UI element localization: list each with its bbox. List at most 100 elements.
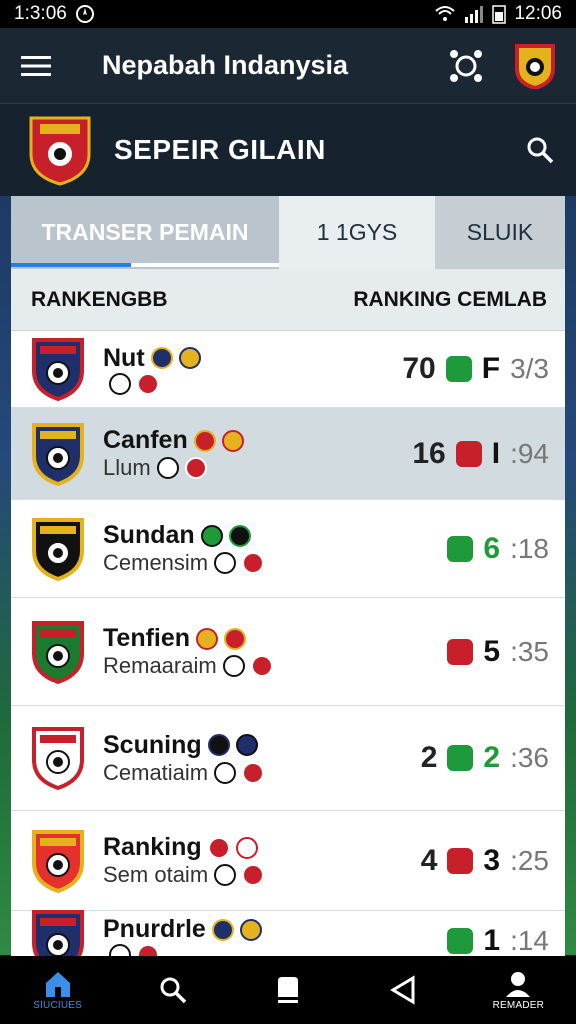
match-time: 3/3 — [510, 353, 549, 384]
bottom-navigation: SIUCIUES REMADER — [0, 956, 576, 1024]
nav-home[interactable]: SIUCIUES — [13, 970, 103, 1011]
team-name: Tenfien — [103, 624, 191, 652]
status-icon — [447, 535, 474, 562]
nav-profile[interactable]: REMADER — [473, 970, 563, 1011]
team-names: Scuning Cematiaim — [103, 731, 421, 786]
team-name: Nut — [103, 343, 145, 372]
table-row[interactable]: Ranking Sem otaim 4 3 :25 — [11, 811, 565, 911]
score-b: 1 — [483, 923, 501, 957]
nav-search[interactable] — [128, 975, 218, 1005]
team-crest-icon — [32, 909, 84, 956]
tab-11-gys[interactable]: 1 1GYS — [279, 196, 435, 269]
ranking-panel: TRANSER PEMAIN 1 1GYS SLUIK RANKENGBB RA… — [11, 196, 565, 956]
score-group: 16 I :94 — [412, 437, 549, 471]
search-icon[interactable] — [526, 136, 554, 164]
ball-icon — [214, 864, 237, 886]
team-name: Pnurdrle — [103, 915, 206, 943]
badge-icon — [193, 429, 216, 452]
nav-home-label: SIUCIUES — [33, 999, 83, 1011]
badge-icon — [184, 457, 207, 479]
team-subtitle: Sem otaim — [103, 862, 209, 887]
table-row[interactable]: Tenfien Remaaraim 5 :35 — [11, 598, 565, 706]
badge-icon — [137, 944, 159, 956]
table-row[interactable]: Pnurdrle 1 :14 — [11, 909, 565, 957]
wifi-icon — [435, 6, 456, 21]
status-icon — [447, 638, 474, 665]
score-a: 4 — [420, 843, 438, 877]
badge-icon — [224, 627, 247, 650]
table-row[interactable]: Canfen Llum 16 I :94 — [11, 408, 565, 500]
table-row[interactable]: Scuning Cematiaim 2 2 :36 — [11, 706, 565, 811]
ball-icon — [156, 457, 179, 479]
team-crest-icon — [32, 727, 84, 790]
score-group: 4 3 :25 — [421, 844, 549, 878]
app-bar: Nepabah Indanysia — [0, 28, 576, 104]
score-group: 6 :18 — [437, 532, 549, 566]
team-crest-icon — [32, 422, 84, 486]
badge-icon — [250, 655, 273, 677]
team-subtitle: Llum — [103, 455, 151, 480]
match-time: :36 — [510, 742, 549, 773]
score-b: I — [491, 436, 501, 470]
share-network-icon[interactable] — [448, 48, 484, 84]
score-group: 70 F 3/3 — [402, 352, 549, 386]
status-icon — [455, 440, 482, 467]
ball-icon — [109, 944, 131, 956]
score-b: 6 — [483, 531, 501, 565]
tab-transfer-pemain[interactable]: TRANSER PEMAIN — [11, 196, 279, 269]
team-crest-icon — [32, 829, 84, 893]
club-title: SEPEIR GILAIN — [114, 134, 326, 165]
score-b: 3 — [483, 843, 501, 877]
badge-icon — [235, 734, 258, 756]
badge-icon — [137, 372, 159, 395]
badge-icon — [235, 836, 258, 859]
table-row[interactable]: Sundan Cemensim 6 :18 — [11, 500, 565, 598]
card-icon — [277, 977, 298, 1003]
club-crest-icon — [29, 116, 91, 186]
badge-icon — [211, 918, 234, 941]
badge-icon — [200, 524, 223, 547]
table-row[interactable]: Nut 70 F 3/3 — [11, 331, 565, 408]
team-subtitle: Remaaraim — [103, 653, 217, 678]
club-logo-icon[interactable] — [514, 43, 556, 89]
team-names: Nut — [103, 344, 402, 395]
status-time-left: 1:3:06 — [14, 3, 67, 24]
team-crest-icon — [32, 517, 84, 581]
score-b: F — [481, 352, 501, 385]
team-name: Canfen — [103, 426, 188, 454]
club-header: SEPEIR GILAIN — [0, 104, 576, 196]
team-name: Ranking — [103, 833, 202, 861]
nav-profile-label: REMADER — [492, 999, 545, 1011]
badge-icon — [150, 347, 173, 369]
score-group: 2 2 :36 — [421, 741, 549, 775]
match-time: :35 — [510, 635, 549, 667]
badge-icon — [242, 552, 265, 574]
tab-indicator-secondary — [131, 263, 279, 267]
compass-icon — [75, 5, 94, 23]
badge-icon — [178, 347, 201, 369]
score-a: 16 — [412, 436, 446, 470]
status-icon — [445, 356, 472, 382]
match-time: :94 — [510, 437, 549, 469]
ball-icon — [222, 655, 245, 677]
status-icon — [447, 927, 474, 954]
badge-icon — [196, 627, 219, 650]
score-a: 70 — [402, 352, 436, 385]
tab-bar: TRANSER PEMAIN 1 1GYS SLUIK — [11, 196, 565, 269]
badge-icon — [242, 864, 265, 886]
team-names: Pnurdrle — [103, 915, 437, 956]
status-icon — [447, 847, 474, 874]
score-b: 5 — [483, 634, 501, 668]
nav-play[interactable] — [358, 975, 448, 1005]
hamburger-menu-icon[interactable] — [20, 54, 52, 78]
badge-icon — [228, 524, 251, 547]
search-icon — [160, 977, 187, 1004]
tab-sluik[interactable]: SLUIK — [435, 196, 565, 269]
app-title: Nepabah Indanysia — [102, 50, 349, 80]
badge-icon — [207, 836, 230, 859]
team-names: Sundan Cemensim — [103, 521, 437, 576]
nav-cards[interactable] — [243, 975, 333, 1005]
team-names: Ranking Sem otaim — [103, 833, 421, 888]
battery-icon — [492, 5, 507, 24]
ball-icon — [214, 761, 237, 784]
